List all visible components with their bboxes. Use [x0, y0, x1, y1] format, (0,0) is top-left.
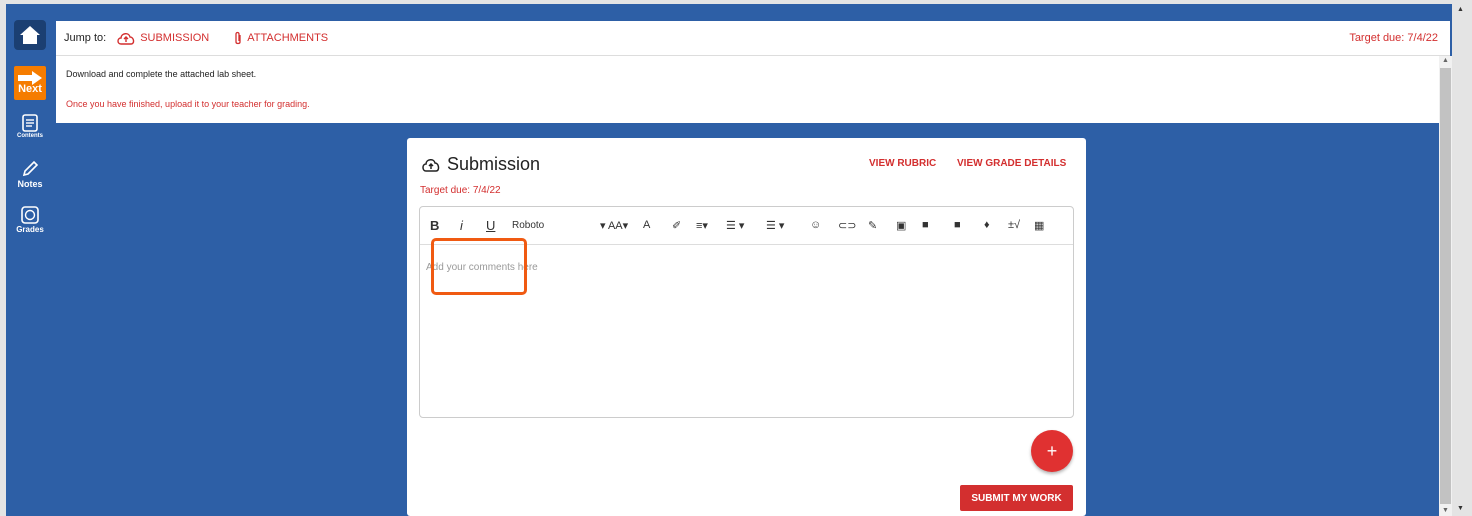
unordered-list-icon[interactable]: ☰ ▾ — [766, 219, 784, 232]
submission-title: Submission — [421, 154, 540, 175]
paperclip-icon — [235, 31, 241, 44]
cloud-upload-icon — [117, 33, 135, 45]
microphone-icon[interactable]: ♦ — [984, 219, 990, 231]
instruction-line-2: Once you have finished, upload it to you… — [66, 99, 310, 109]
focus-highlight-box — [431, 238, 527, 295]
attachments-link[interactable]: ATTACHMENTS — [233, 31, 328, 46]
plus-icon: + — [1046, 440, 1058, 461]
page-scroll-up-icon[interactable]: ▲ — [1457, 6, 1464, 13]
cloud-upload-icon — [422, 159, 440, 172]
font-family-select[interactable]: Roboto — [512, 220, 544, 231]
align-icon[interactable]: ≡▾ — [696, 219, 708, 232]
card-target-due: Target due: 7/4/22 — [420, 185, 501, 196]
scrollbar-thumb[interactable] — [1440, 68, 1451, 504]
instruction-line-1: Download and complete the attached lab s… — [66, 69, 257, 79]
bold-icon[interactable]: B — [430, 218, 439, 233]
contents-icon — [22, 114, 38, 132]
next-button[interactable]: Next — [14, 66, 46, 100]
target-due-top: Target due: 7/4/22 — [1349, 32, 1438, 44]
next-label: Next — [18, 83, 42, 95]
table-icon[interactable]: ▦ — [1034, 219, 1044, 232]
grades-icon — [21, 206, 39, 224]
contents-button[interactable]: Contents — [14, 114, 46, 139]
video-icon[interactable]: ■ — [922, 219, 929, 231]
scroll-down-icon[interactable]: ▼ — [1442, 507, 1449, 514]
math-icon[interactable]: ±√ — [1008, 219, 1020, 231]
instructions-panel: Download and complete the attached lab s… — [56, 56, 1439, 123]
view-rubric-link[interactable]: VIEW RUBRIC — [869, 158, 936, 169]
image-icon[interactable]: ▣ — [896, 219, 906, 232]
draw-icon[interactable]: ✎ — [868, 219, 877, 232]
attachments-link-label: ATTACHMENTS — [247, 32, 329, 44]
home-icon — [20, 26, 40, 44]
home-button[interactable] — [14, 20, 46, 50]
submission-title-text: Submission — [447, 154, 541, 174]
scroll-up-icon[interactable]: ▲ — [1442, 57, 1449, 64]
underline-icon[interactable]: U — [486, 218, 495, 233]
highlighter-icon[interactable]: ✐ — [672, 219, 681, 232]
submission-link-label: SUBMISSION — [140, 32, 210, 44]
grades-label: Grades — [16, 225, 44, 234]
submission-card: Submission Target due: 7/4/22 VIEW RUBRI… — [407, 138, 1086, 516]
submission-link[interactable]: SUBMISSION — [116, 31, 209, 45]
contents-label: Contents — [17, 133, 43, 139]
camera-icon[interactable]: ■ — [954, 219, 961, 231]
emoji-icon[interactable]: ☺ — [810, 219, 821, 231]
ordered-list-icon[interactable]: ☰ ▾ — [726, 219, 744, 232]
notes-button[interactable]: Notes — [14, 160, 46, 189]
pencil-icon — [22, 160, 39, 177]
italic-icon[interactable]: i — [460, 218, 463, 233]
page-scroll-down-icon[interactable]: ▼ — [1457, 505, 1464, 512]
jump-label: Jump to: — [64, 32, 107, 44]
link-icon[interactable]: ⊂⊃ — [838, 219, 856, 232]
notes-label: Notes — [17, 179, 43, 189]
jump-bar: Jump to: SUBMISSION ATTACHMENTS Target d… — [56, 21, 1450, 56]
grades-button[interactable]: Grades — [14, 206, 46, 234]
content-scrollbar[interactable]: ▲ ▼ — [1439, 56, 1452, 516]
view-grade-details-link[interactable]: VIEW GRADE DETAILS — [957, 158, 1066, 169]
add-attachment-button[interactable]: + — [1031, 430, 1073, 472]
submit-my-work-button[interactable]: SUBMIT MY WORK — [960, 485, 1073, 511]
text-color-icon[interactable]: A — [643, 219, 650, 231]
font-size-icon[interactable]: ▾ AA▾ — [600, 219, 628, 232]
